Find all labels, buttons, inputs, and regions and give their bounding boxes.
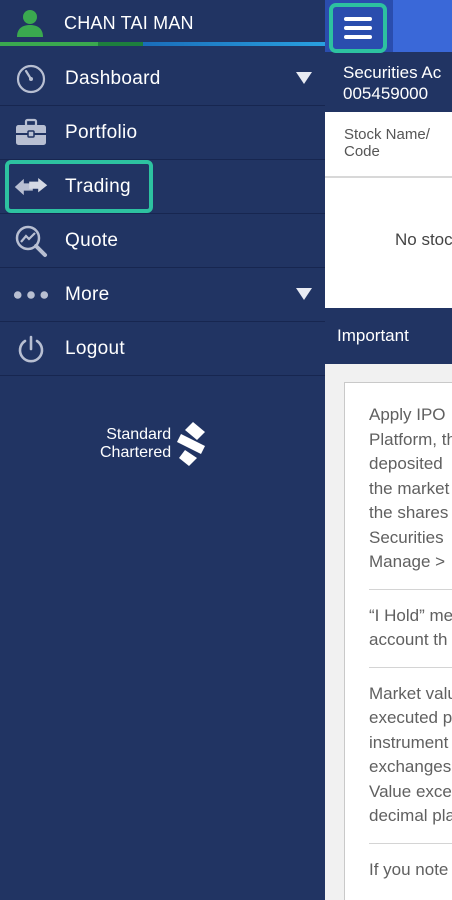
navigation-drawer: CHAN TAI MAN Dashboard Portfolio Trading… xyxy=(0,0,325,900)
notes-card: Apply IPO Platform, th deposited the mar… xyxy=(344,382,452,900)
note-paragraph: If you note xyxy=(369,859,449,879)
account-number: 005459000 xyxy=(343,84,429,103)
nav-item-more[interactable]: More xyxy=(0,268,325,322)
account-header: Securities Ac 005459000 xyxy=(325,52,452,112)
brand-mark-icon xyxy=(177,422,206,466)
nav-item-quote[interactable]: Quote xyxy=(0,214,325,268)
important-notes: Apply IPO Platform, th deposited the mar… xyxy=(325,364,452,900)
power-icon xyxy=(13,331,49,367)
user-profile-header[interactable]: CHAN TAI MAN xyxy=(0,0,325,46)
trading-highlight xyxy=(5,160,153,213)
brand-wordmark: Standard Chartered xyxy=(100,426,172,461)
top-app-bar xyxy=(325,0,452,53)
user-name: CHAN TAI MAN xyxy=(64,12,194,33)
securities-account-panel: Securities Ac 005459000 Stock Name/ Code… xyxy=(325,0,452,900)
divider xyxy=(369,842,452,844)
nav-item-label: Portfolio xyxy=(65,121,138,143)
nav-item-portfolio[interactable]: Portfolio xyxy=(0,106,325,160)
hamburger-menu-button[interactable] xyxy=(329,3,387,53)
divider xyxy=(369,666,452,668)
note-paragraph: “I Hold” me account th xyxy=(369,605,452,650)
nav-item-label: Quote xyxy=(65,229,119,251)
nav-menu: Dashboard Portfolio Trading Quote More L… xyxy=(0,52,325,376)
divider xyxy=(369,588,452,590)
note-paragraph: Market valu executed p instrument exchan… xyxy=(369,683,452,826)
brand-stripe xyxy=(0,42,325,46)
nav-item-label: Logout xyxy=(65,337,125,359)
column-header-stock: Stock Name/ Code xyxy=(325,112,452,178)
empty-holdings-message: No stoc xyxy=(325,178,452,308)
chart-search-icon xyxy=(13,223,49,259)
nav-item-label: More xyxy=(65,283,110,305)
compass-icon xyxy=(13,61,49,97)
user-avatar-icon xyxy=(17,10,43,37)
account-title: Securities Ac xyxy=(343,63,442,82)
briefcase-icon xyxy=(13,115,49,151)
standard-chartered-logo: Standard Chartered xyxy=(100,420,207,468)
nav-item-logout[interactable]: Logout xyxy=(0,322,325,376)
note-paragraph: Apply IPO Platform, th deposited the mar… xyxy=(369,405,452,571)
chevron-down-icon[interactable] xyxy=(295,71,313,85)
nav-item-dashboard[interactable]: Dashboard xyxy=(0,52,325,106)
more-dots-icon xyxy=(13,277,49,313)
nav-item-label: Dashboard xyxy=(65,67,161,89)
important-section-header: Important xyxy=(325,308,452,364)
chevron-down-icon[interactable] xyxy=(295,287,313,301)
